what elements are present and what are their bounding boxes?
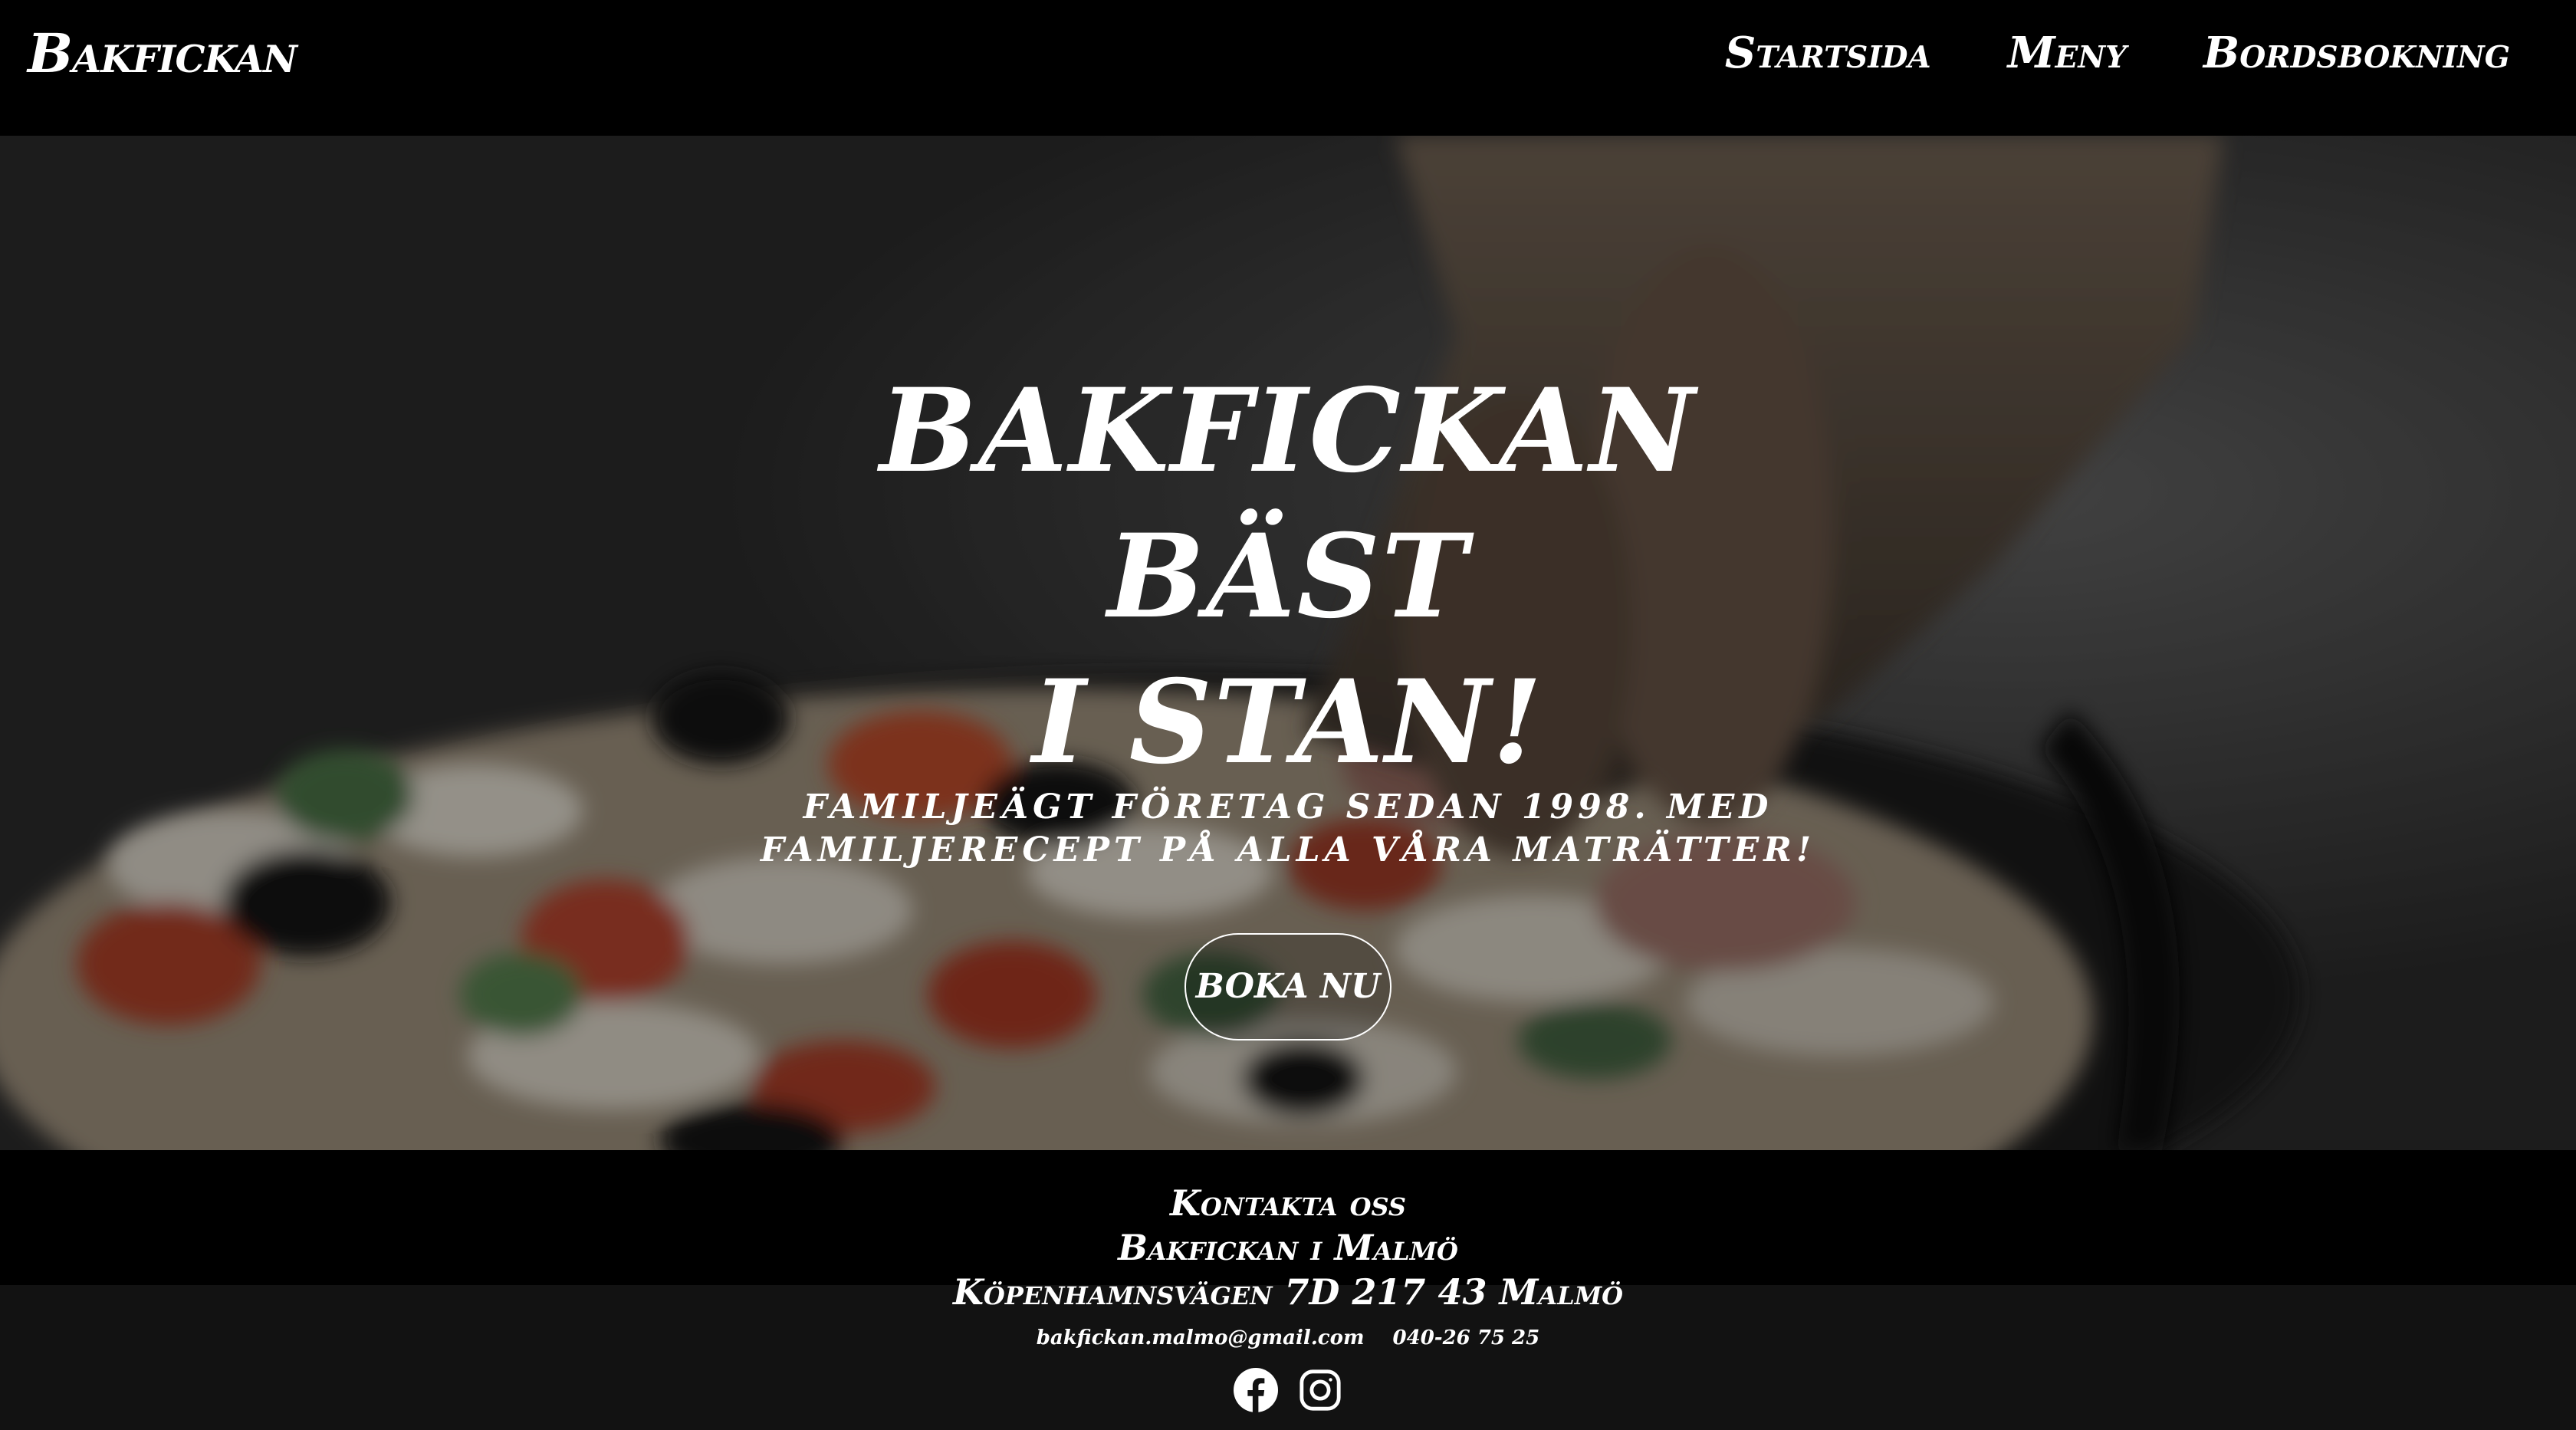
social-links xyxy=(0,1368,2576,1412)
hero-title: BAKFICKAN BÄST I STAN! xyxy=(0,358,2576,795)
nav-link-bordsbokning[interactable]: Bordsbokning xyxy=(2203,28,2510,78)
brand-logo-link[interactable]: Bakfickan xyxy=(28,21,297,85)
instagram-link[interactable] xyxy=(1298,1368,1342,1412)
hero-section: BAKFICKAN BÄST I STAN! FAMILJEÄGT FÖRETA… xyxy=(0,136,2576,1150)
site-header: Bakfickan Startsida Meny Bordsbokning xyxy=(0,0,2576,136)
address: Köpenhamnsvägen 7D 217 43 Malmö xyxy=(952,1271,1624,1313)
instagram-icon xyxy=(1300,1369,1341,1411)
email-link[interactable]: bakfickan.malmo@gmail.com xyxy=(1037,1326,1365,1349)
hero-content: BAKFICKAN BÄST I STAN! FAMILJEÄGT FÖRETA… xyxy=(0,358,2576,1040)
contact-details: bakfickan.malmo@gmail.com 040-26 75 25 xyxy=(0,1325,2576,1351)
hero-tagline: FAMILJEÄGT FÖRETAG SEDAN 1998. MED FAMIL… xyxy=(760,787,1816,870)
hero-title-line: I STAN! xyxy=(1032,655,1544,790)
nav-link-meny[interactable]: Meny xyxy=(2008,28,2127,78)
hero-title-line: BAKFICKAN xyxy=(879,363,1697,498)
main-nav: Startsida Meny Bordsbokning xyxy=(1725,28,2510,78)
facebook-link[interactable] xyxy=(1234,1368,1278,1412)
contact-heading: Kontakta oss xyxy=(1169,1182,1407,1224)
nav-link-startsida[interactable]: Startsida xyxy=(1725,28,1931,78)
hero-title-line: BÄST xyxy=(1107,509,1469,644)
restaurant-name: Bakfickan i Malmö xyxy=(1118,1227,1458,1268)
facebook-icon xyxy=(1234,1368,1278,1412)
phone-link[interactable]: 040-26 75 25 xyxy=(1393,1326,1540,1349)
site-footer: Kontakta oss Bakfickan i Malmö Köpenhamn… xyxy=(0,1181,2576,1412)
boka-nu-button[interactable]: BOKA NU xyxy=(1184,933,1392,1040)
